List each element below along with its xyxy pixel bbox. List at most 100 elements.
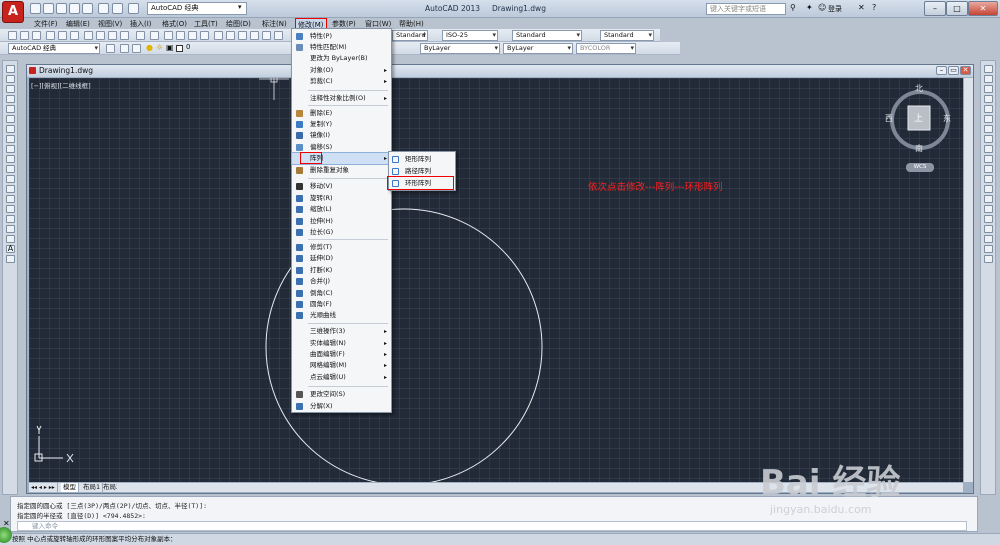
save-as-icon[interactable]	[69, 3, 80, 14]
ellipse-arc-icon[interactable]	[6, 165, 15, 173]
modify-menu-item[interactable]: 注释性对象比例(O) ▸	[292, 93, 391, 104]
polar-array-item[interactable]: 环形阵列	[387, 176, 455, 190]
login-button[interactable]: 登录	[828, 4, 842, 14]
modify-menu-item[interactable]: 合并(J)	[292, 276, 391, 287]
extend-icon[interactable]	[984, 165, 993, 173]
ellipse-icon[interactable]	[6, 155, 15, 163]
modify-menu-item[interactable]: 镜像(I)	[292, 130, 391, 141]
maximize-button[interactable]: □	[946, 1, 968, 16]
publish-icon[interactable]	[70, 31, 79, 40]
search-icon[interactable]: ⚲	[790, 3, 796, 12]
plotstyle-combo[interactable]: BYCOLOR	[576, 43, 636, 54]
modify-menu-item[interactable]: 点云编辑(U) ▸	[292, 372, 391, 383]
zoom-previous-icon[interactable]	[200, 31, 209, 40]
autocad-logo[interactable]: A	[2, 1, 24, 23]
modify-menu-item[interactable]: 删除重复对象	[292, 165, 391, 176]
rectangular-array-item[interactable]: 矩形阵列	[389, 153, 455, 165]
zoom-realtime-icon[interactable]	[176, 31, 185, 40]
polyline-icon[interactable]	[6, 85, 15, 93]
table-style-combo[interactable]: Standard	[512, 30, 582, 41]
redo-icon[interactable]	[150, 31, 159, 40]
layer-state-icon[interactable]	[132, 44, 141, 53]
tab-layout1[interactable]: 布局1	[81, 483, 104, 492]
match-properties-icon[interactable]	[120, 31, 129, 40]
layer-properties-icon[interactable]	[120, 44, 129, 53]
vertical-scrollbar[interactable]	[963, 78, 973, 482]
command-input[interactable]: 键入命令	[17, 521, 967, 531]
array-icon[interactable]	[984, 105, 993, 113]
new-icon[interactable]	[30, 3, 41, 14]
paste-icon[interactable]	[108, 31, 117, 40]
minimize-button[interactable]: –	[924, 1, 946, 16]
copy-icon[interactable]	[96, 31, 105, 40]
compass-east[interactable]: 东	[943, 113, 951, 124]
workspace-selector[interactable]: AutoCAD 经典	[147, 2, 247, 15]
mleader-style-combo[interactable]: Standard	[600, 30, 654, 41]
modify-menu-item[interactable]: 更改空间(S)	[292, 389, 391, 400]
sheet-set-icon[interactable]	[250, 31, 259, 40]
rotate-icon[interactable]	[984, 125, 993, 133]
modify-menu-item[interactable]: 旋转(R)	[292, 193, 391, 204]
make-block-icon[interactable]	[6, 185, 15, 193]
modify-menu-item[interactable]: 曲面编辑(F) ▸	[292, 349, 391, 360]
modify-menu-item[interactable]: 倒角(C)	[292, 288, 391, 299]
drawing-close-button[interactable]: ✕	[960, 66, 971, 75]
modify-menu-item[interactable]: 拉伸(H)	[292, 216, 391, 227]
array-menu-item[interactable]: 阵列 ▸	[291, 152, 392, 165]
lock-icon[interactable]: ▣	[166, 43, 174, 52]
calculator-icon[interactable]	[274, 31, 283, 40]
drawing-minimize-button[interactable]: –	[936, 66, 947, 75]
compass-south[interactable]: 南	[915, 143, 923, 154]
save-icon[interactable]	[56, 3, 67, 14]
modify-menu-item[interactable]: 特性(P)	[292, 31, 391, 42]
linetype-combo[interactable]: ByLayer	[420, 43, 500, 54]
edit-spline-icon[interactable]	[984, 245, 993, 253]
lightbulb-icon[interactable]: ●	[146, 43, 153, 52]
viewcube-top-face[interactable]: 上	[914, 111, 923, 124]
revcloud-icon[interactable]	[6, 135, 15, 143]
modify-menu-item[interactable]: 缩放(L)	[292, 204, 391, 215]
current-layer-label[interactable]: 0	[186, 43, 190, 51]
exchange-icon[interactable]: ✕	[858, 3, 865, 12]
line-icon[interactable]	[6, 65, 15, 73]
modify-menu-item[interactable]: 特性匹配(M)	[292, 42, 391, 53]
modify-menu-item[interactable]: 更改为 ByLayer(B)	[292, 53, 391, 64]
mirror-icon[interactable]	[984, 85, 993, 93]
modify-menu-item[interactable]: 复制(Y)	[292, 119, 391, 130]
help-icon[interactable]: ?	[872, 3, 876, 12]
gradient-icon[interactable]	[6, 215, 15, 223]
modify-menu-item[interactable]: 光顺曲线	[292, 310, 391, 321]
stretch-icon[interactable]	[984, 145, 993, 153]
key-icon[interactable]: ✦	[806, 3, 813, 12]
chamfer-icon[interactable]	[984, 205, 993, 213]
modify-menu-item[interactable]: 圆角(F)	[292, 299, 391, 310]
hatch-icon[interactable]	[6, 205, 15, 213]
markup-icon[interactable]	[262, 31, 271, 40]
circle-icon[interactable]	[6, 125, 15, 133]
add-selected-icon[interactable]	[6, 255, 15, 263]
tab-model[interactable]: 模型	[61, 483, 79, 492]
text-style-combo[interactable]: Standard	[392, 30, 428, 41]
modify-menu-item[interactable]: 打断(K)	[292, 265, 391, 276]
preview-icon[interactable]	[58, 31, 67, 40]
join-icon[interactable]	[984, 195, 993, 203]
tool-palettes-icon[interactable]	[238, 31, 247, 40]
workspace-combo[interactable]: AutoCAD 经典	[8, 43, 100, 54]
modify-menu-item[interactable]: 延伸(D)	[292, 253, 391, 264]
copy-icon[interactable]	[984, 75, 993, 83]
modify-menu-item[interactable]: 分解(X)	[292, 401, 391, 412]
fillet-icon[interactable]	[984, 215, 993, 223]
search-input[interactable]: 键入关键字或短语	[706, 3, 786, 15]
settings-icon[interactable]	[106, 44, 115, 53]
plot-icon[interactable]	[82, 3, 93, 14]
user-icon[interactable]: ☺	[818, 3, 826, 12]
move-icon[interactable]	[984, 115, 993, 123]
modify-menu-item[interactable]: 网格编辑(M) ▸	[292, 360, 391, 371]
open-icon[interactable]	[20, 31, 29, 40]
chevron-down-icon[interactable]: ▾	[238, 3, 242, 11]
undo-icon[interactable]	[112, 3, 123, 14]
modify-menu-item[interactable]: 剪裁(C) ▸	[292, 76, 391, 87]
rectangle-icon[interactable]	[6, 105, 15, 113]
modify-menu-item[interactable]: 三维操作(3) ▸	[292, 326, 391, 337]
erase-icon[interactable]	[984, 65, 993, 73]
